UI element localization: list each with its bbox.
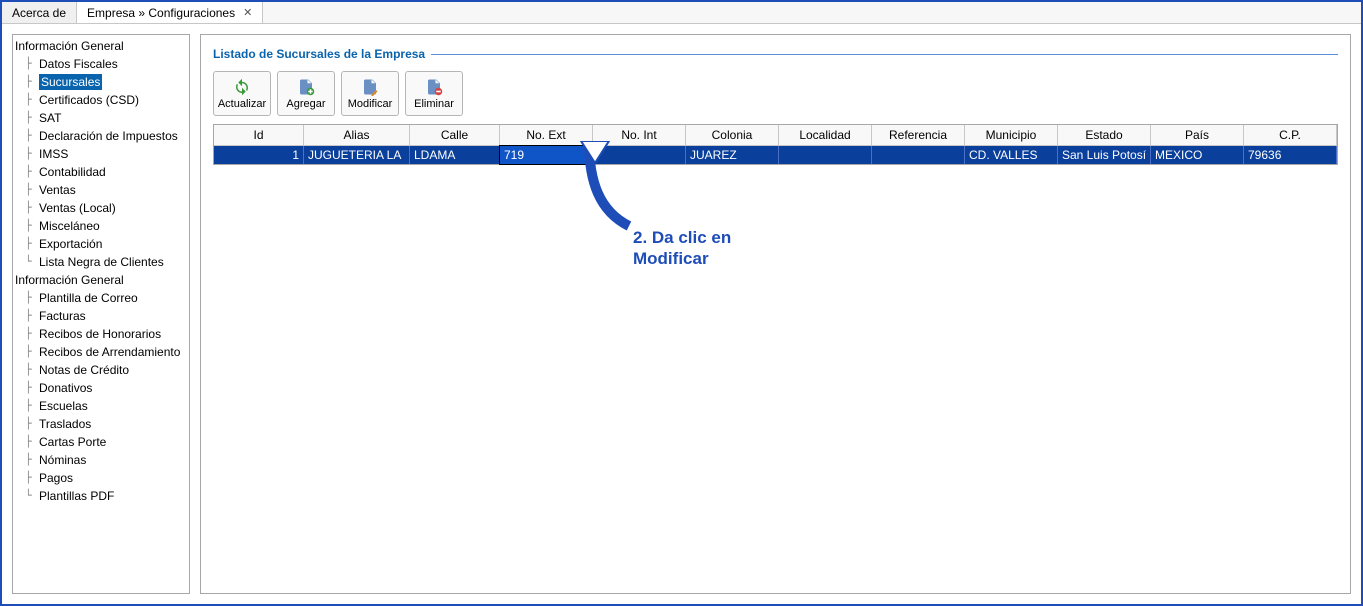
sidebar: Información General ├Datos Fiscales ├Suc… <box>12 34 190 594</box>
tab-empresa-config[interactable]: Empresa » Configuraciones ✕ <box>77 2 263 23</box>
sidebar-item-plantillas-pdf[interactable]: └Plantillas PDF <box>13 487 189 505</box>
cell-id[interactable]: 1 <box>214 146 304 164</box>
section-title: Listado de Sucursales de la Empresa <box>213 47 425 61</box>
tree-header[interactable]: Información General <box>13 271 189 289</box>
sidebar-item-cartas-porte[interactable]: ├Cartas Porte <box>13 433 189 451</box>
table-row[interactable]: 1 JUGUETERIA LA LDAMA 719 JUAREZ CD. VAL… <box>214 146 1337 164</box>
divider-line <box>431 54 1338 55</box>
delete-button[interactable]: Eliminar <box>405 71 463 116</box>
cell-localidad[interactable] <box>779 146 872 164</box>
col-calle[interactable]: Calle <box>410 125 500 146</box>
button-label: Actualizar <box>218 98 266 110</box>
tabstrip: Acerca de Empresa » Configuraciones ✕ <box>2 2 1361 24</box>
edit-button[interactable]: Modificar <box>341 71 399 116</box>
sidebar-item-pagos[interactable]: ├Pagos <box>13 469 189 487</box>
cell-estado[interactable]: San Luis Potosí <box>1058 146 1151 164</box>
sidebar-item-sat[interactable]: ├SAT <box>13 109 189 127</box>
button-label: Modificar <box>348 98 393 110</box>
cell-pais[interactable]: MEXICO <box>1151 146 1244 164</box>
content-panel: Listado de Sucursales de la Empresa Actu… <box>200 34 1351 594</box>
sidebar-item-ventas[interactable]: ├Ventas <box>13 181 189 199</box>
cell-int[interactable] <box>593 146 686 164</box>
document-edit-icon <box>361 78 379 96</box>
sidebar-item-sucursales[interactable]: ├Sucursales <box>13 73 189 91</box>
sucursales-grid[interactable]: Id Alias Calle No. Ext No. Int Colonia L… <box>213 124 1338 165</box>
sidebar-item-escuelas[interactable]: ├Escuelas <box>13 397 189 415</box>
tree-group-2: Información General ├Plantilla de Correo… <box>13 271 189 505</box>
sidebar-item-declaracion[interactable]: ├Declaración de Impuestos <box>13 127 189 145</box>
cell-alias[interactable]: JUGUETERIA LA <box>304 146 410 164</box>
cell-colonia[interactable]: JUAREZ <box>686 146 779 164</box>
col-alias[interactable]: Alias <box>304 125 410 146</box>
sidebar-item-traslados[interactable]: ├Traslados <box>13 415 189 433</box>
col-pais[interactable]: País <box>1151 125 1244 146</box>
refresh-button[interactable]: Actualizar <box>213 71 271 116</box>
close-icon[interactable]: ✕ <box>243 6 252 19</box>
cell-calle[interactable]: LDAMA <box>410 146 500 164</box>
sidebar-item-nominas[interactable]: ├Nóminas <box>13 451 189 469</box>
sidebar-item-plantilla-correo[interactable]: ├Plantilla de Correo <box>13 289 189 307</box>
add-button[interactable]: Agregar <box>277 71 335 116</box>
tab-label: Acerca de <box>12 6 66 20</box>
sidebar-item-recibos-honorarios[interactable]: ├Recibos de Honorarios <box>13 325 189 343</box>
sidebar-item-imss[interactable]: ├IMSS <box>13 145 189 163</box>
col-ext[interactable]: No. Ext <box>500 125 593 146</box>
sidebar-item-certificados[interactable]: ├Certificados (CSD) <box>13 91 189 109</box>
annotation-text: 2. Da clic en Modificar <box>633 227 731 270</box>
col-id[interactable]: Id <box>214 125 304 146</box>
section-title-row: Listado de Sucursales de la Empresa <box>213 47 1338 61</box>
sidebar-item-facturas[interactable]: ├Facturas <box>13 307 189 325</box>
cell-ext[interactable]: 719 <box>500 146 593 164</box>
document-add-icon <box>297 78 315 96</box>
button-label: Eliminar <box>414 98 454 110</box>
refresh-icon <box>233 78 251 96</box>
col-cp[interactable]: C.P. <box>1244 125 1337 146</box>
cell-referencia[interactable] <box>872 146 965 164</box>
button-label: Agregar <box>286 98 325 110</box>
sidebar-item-exportacion[interactable]: ├Exportación <box>13 235 189 253</box>
sidebar-item-miscelaneo[interactable]: ├Misceláneo <box>13 217 189 235</box>
col-referencia[interactable]: Referencia <box>872 125 965 146</box>
tab-acerca-de[interactable]: Acerca de <box>2 2 77 23</box>
sidebar-item-recibos-arrendamiento[interactable]: ├Recibos de Arrendamiento <box>13 343 189 361</box>
cell-municipio[interactable]: CD. VALLES <box>965 146 1058 164</box>
col-int[interactable]: No. Int <box>593 125 686 146</box>
col-colonia[interactable]: Colonia <box>686 125 779 146</box>
sidebar-item-lista-negra[interactable]: └Lista Negra de Clientes <box>13 253 189 271</box>
col-localidad[interactable]: Localidad <box>779 125 872 146</box>
sidebar-item-datos-fiscales[interactable]: ├Datos Fiscales <box>13 55 189 73</box>
col-estado[interactable]: Estado <box>1058 125 1151 146</box>
grid-header: Id Alias Calle No. Ext No. Int Colonia L… <box>214 125 1337 146</box>
main-area: Información General ├Datos Fiscales ├Suc… <box>2 24 1361 604</box>
sidebar-item-notas-credito[interactable]: ├Notas de Crédito <box>13 361 189 379</box>
tree-header[interactable]: Información General <box>13 37 189 55</box>
document-delete-icon <box>425 78 443 96</box>
sidebar-item-ventas-local[interactable]: ├Ventas (Local) <box>13 199 189 217</box>
sidebar-item-donativos[interactable]: ├Donativos <box>13 379 189 397</box>
toolbar: Actualizar Agregar Modificar Eliminar <box>213 71 1338 116</box>
tab-label: Empresa » Configuraciones <box>87 6 235 20</box>
tree-group-1: Información General ├Datos Fiscales ├Suc… <box>13 37 189 271</box>
cell-cp[interactable]: 79636 <box>1244 146 1337 164</box>
sidebar-item-contabilidad[interactable]: ├Contabilidad <box>13 163 189 181</box>
col-municipio[interactable]: Municipio <box>965 125 1058 146</box>
